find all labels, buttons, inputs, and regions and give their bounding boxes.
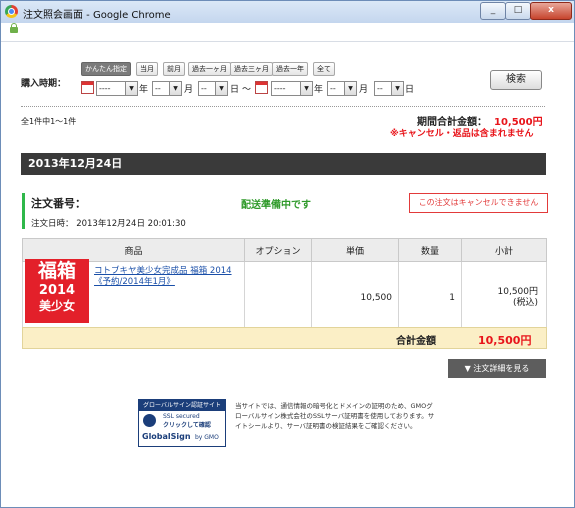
order-detail-button[interactable]: ▼ 注文詳細を見る bbox=[448, 359, 546, 378]
order-total-label: 合計金額 bbox=[396, 336, 436, 347]
order-items-table: 商品 オプション 単価 数量 小計 コトブキヤ美少女完成品 福箱 2014《予約… bbox=[22, 238, 547, 335]
result-count: 全1件中1～1件 bbox=[21, 117, 77, 126]
seal-by: by GMO bbox=[195, 434, 219, 441]
order-date-header: 2013年12月24日 bbox=[21, 153, 546, 175]
unit-year: 年 bbox=[139, 85, 149, 95]
dropdown-arrow-icon: ▼ bbox=[169, 82, 181, 95]
from-month-value: -- bbox=[155, 84, 161, 93]
unit-month: 月 bbox=[184, 85, 194, 95]
col-price: 単価 bbox=[311, 238, 399, 262]
from-year-value: ---- bbox=[99, 84, 111, 93]
to-month-value: -- bbox=[330, 84, 336, 93]
col-qty: 数量 bbox=[398, 238, 462, 262]
window-title: 注文照会画面 - Google Chrome bbox=[23, 10, 171, 21]
product-image-year: 2014 bbox=[38, 283, 76, 298]
unit-year-to: 年 bbox=[314, 85, 324, 95]
dropdown-arrow-icon: ▼ bbox=[391, 82, 403, 95]
seal-line2: クリックして確認 bbox=[163, 422, 211, 429]
dropdown-arrow-icon: ▼ bbox=[344, 82, 356, 95]
order-total-row: 合計金額 10,500円 bbox=[22, 327, 547, 349]
unit-day-to: 日 bbox=[405, 85, 415, 95]
order-number-label: 注文番号： bbox=[31, 197, 86, 210]
from-day-select[interactable]: -- ▼ bbox=[198, 81, 228, 96]
tax-note: (税込) bbox=[512, 298, 538, 308]
cancel-return-note: ※キャンセル・返品は含まれません bbox=[390, 129, 534, 139]
maximize-button[interactable]: □ bbox=[505, 2, 531, 20]
product-image[interactable]: 福箱 2014 美少女 bbox=[25, 259, 89, 323]
order-accent-bar bbox=[22, 193, 25, 229]
seal-brand: GlobalSign bbox=[142, 432, 191, 441]
col-subtotal: 小計 bbox=[461, 238, 547, 262]
page-content: 購入時期： かんたん指定 当月 前月 過去一ヶ月 過去三ヶ月 過去一年 全て -… bbox=[1, 42, 574, 507]
seal-lock-icon bbox=[143, 414, 156, 427]
quick-easy[interactable]: かんたん指定 bbox=[81, 62, 131, 76]
seal-title: グローバルサイン認証サイト bbox=[139, 400, 225, 411]
calendar-to-icon[interactable] bbox=[255, 81, 268, 94]
chrome-icon bbox=[5, 5, 18, 18]
from-year-select[interactable]: ---- ▼ bbox=[96, 81, 138, 96]
address-bar[interactable] bbox=[1, 23, 574, 42]
title-bar: 注文照会画面 - Google Chrome _ □ x bbox=[1, 1, 574, 24]
close-button[interactable]: x bbox=[530, 2, 572, 20]
to-day-select[interactable]: -- ▼ bbox=[374, 81, 404, 96]
quick-all[interactable]: 全て bbox=[313, 62, 335, 76]
to-year-value: ---- bbox=[274, 84, 286, 93]
search-button[interactable]: 検索 bbox=[490, 70, 542, 90]
order-status: 配送準備中です bbox=[241, 200, 311, 211]
quick-3-months[interactable]: 過去三ヶ月 bbox=[230, 62, 273, 76]
subtotal-cell: 10,500円 (税込) bbox=[461, 261, 547, 335]
quick-last-month[interactable]: 前月 bbox=[163, 62, 185, 76]
lock-icon bbox=[10, 23, 18, 33]
to-month-select[interactable]: -- ▼ bbox=[327, 81, 357, 96]
table-row: コトブキヤ美少女完成品 福箱 2014《予約/2014年1月》 10,500 1… bbox=[22, 261, 547, 335]
option-cell bbox=[244, 261, 312, 335]
order-datetime: 注文日時： 2013年12月24日 20:01:30 bbox=[31, 219, 186, 229]
minimize-button[interactable]: _ bbox=[480, 2, 506, 20]
dropdown-arrow-icon: ▼ bbox=[300, 82, 312, 95]
to-year-select[interactable]: ---- ▼ bbox=[271, 81, 313, 96]
quick-this-month[interactable]: 当月 bbox=[136, 62, 158, 76]
product-image-title: 福箱 bbox=[37, 260, 76, 282]
from-day-value: -- bbox=[201, 84, 207, 93]
calendar-from-icon[interactable] bbox=[81, 81, 94, 94]
dropdown-arrow-icon: ▼ bbox=[215, 82, 227, 95]
unit-month-to: 月 bbox=[359, 85, 369, 95]
product-link[interactable]: コトブキヤ美少女完成品 福箱 2014《予約/2014年1月》 bbox=[94, 266, 232, 287]
cannot-cancel-note: この注文はキャンセルできません bbox=[409, 193, 548, 213]
period-label: 購入時期： bbox=[21, 79, 67, 89]
range-tilde: ～ bbox=[242, 85, 252, 95]
browser-window: 注文照会画面 - Google Chrome _ □ x 購入時期： かんたん指… bbox=[0, 0, 575, 508]
product-image-sub: 美少女 bbox=[38, 299, 75, 313]
dropdown-arrow-icon: ▼ bbox=[125, 82, 137, 95]
subtotal-value: 10,500円 bbox=[497, 287, 539, 297]
from-month-select[interactable]: -- ▼ bbox=[152, 81, 182, 96]
seal-line1: SSL secured bbox=[163, 413, 200, 420]
quick-1-year[interactable]: 過去一年 bbox=[272, 62, 308, 76]
col-option: オプション bbox=[244, 238, 312, 262]
quick-1-month[interactable]: 過去一ヶ月 bbox=[188, 62, 231, 76]
qty-cell: 1 bbox=[398, 261, 462, 335]
to-day-value: -- bbox=[377, 84, 383, 93]
price-cell: 10,500 bbox=[311, 261, 399, 335]
divider bbox=[21, 106, 545, 107]
ssl-description: 当サイトでは、通信情報の暗号化とドメインの証明のため、GMOグローバルサイン株式… bbox=[235, 402, 435, 430]
order-total-value: 10,500円 bbox=[478, 334, 532, 347]
globalsign-seal[interactable]: グローバルサイン認証サイト SSL secured クリックして確認 Globa… bbox=[138, 399, 226, 447]
unit-day: 日 bbox=[230, 85, 240, 95]
